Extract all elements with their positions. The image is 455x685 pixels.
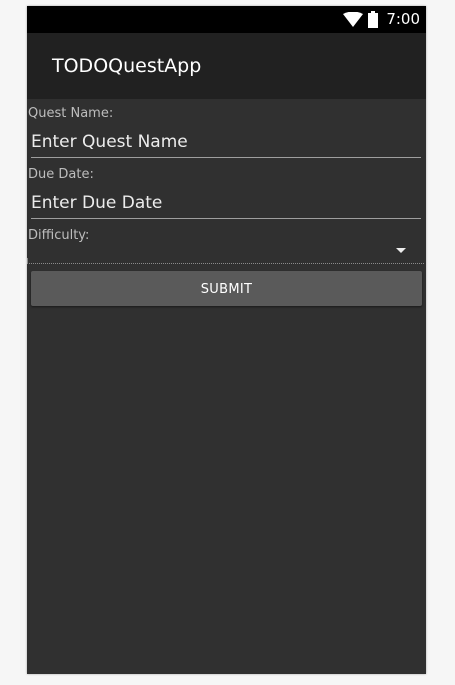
status-bar: 7:00 xyxy=(27,6,426,33)
quest-name-label: Quest Name: xyxy=(28,106,114,121)
spinner-edge xyxy=(27,258,28,263)
difficulty-spinner[interactable] xyxy=(27,239,424,264)
status-time: 7:00 xyxy=(386,10,420,28)
status-icons: 7:00 xyxy=(343,6,420,33)
app-title: TODOQuestApp xyxy=(52,55,202,77)
submit-button[interactable]: SUBMIT xyxy=(31,271,422,306)
phone-screen: 7:00 TODOQuestApp Quest Name: Due Date: … xyxy=(27,6,426,674)
due-date-label: Due Date: xyxy=(28,167,94,182)
app-bar: TODOQuestApp xyxy=(27,33,426,99)
due-date-input[interactable] xyxy=(31,188,421,219)
battery-icon xyxy=(368,11,379,28)
dropdown-arrow-icon xyxy=(396,248,406,253)
quest-name-input[interactable] xyxy=(31,127,421,158)
wifi-icon xyxy=(343,11,364,27)
